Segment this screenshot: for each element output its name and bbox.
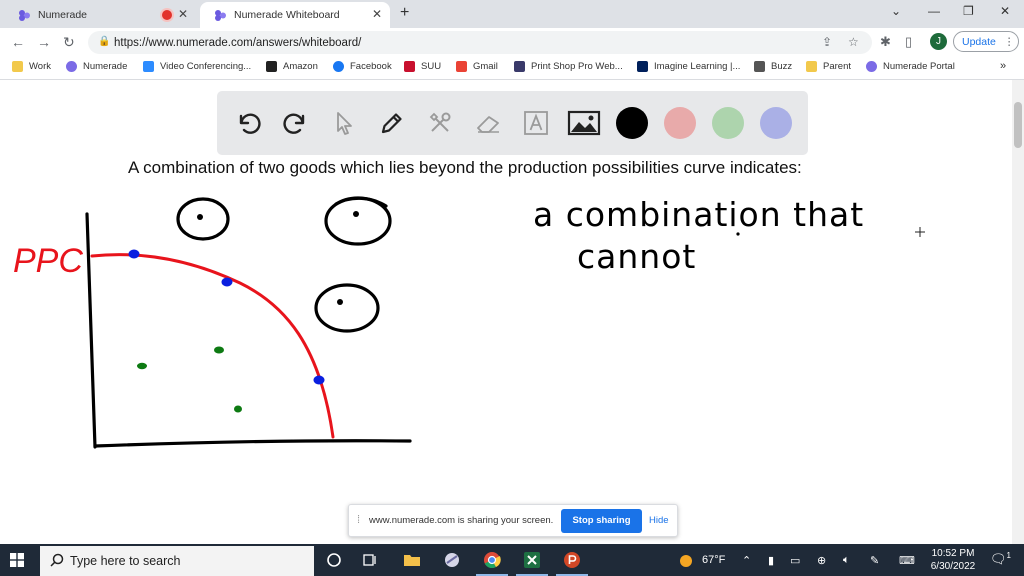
ppc-curve-stroke (90, 253, 335, 439)
usb-icon[interactable]: ▮ (768, 554, 774, 567)
notifications-icon[interactable]: 🗨︎1 (990, 551, 1011, 567)
y-axis-stroke (85, 212, 97, 449)
circle-point-1 (176, 197, 230, 241)
point-dot-3 (337, 299, 343, 305)
inside-point-1 (137, 362, 147, 370)
ink-dot (736, 232, 740, 236)
battery-icon[interactable]: ▭ (790, 554, 800, 567)
ppc-point-2 (221, 277, 233, 287)
weather-temperature[interactable]: 67°F (702, 554, 725, 566)
scrollbar[interactable] (1012, 80, 1024, 544)
point-dot-2 (353, 211, 359, 217)
crosshair-cursor-icon (915, 227, 925, 237)
taskbar: Type here to search 67°F ⌃ ▮ ▭ ⊕ 🔈︎ ✎ ⌨ … (0, 544, 1024, 576)
language-globe-icon[interactable]: ⊕ (817, 554, 826, 567)
chevron-up-icon[interactable]: ⌃ (742, 554, 751, 567)
powerpoint-icon[interactable] (556, 550, 588, 576)
point-dot-1 (197, 214, 203, 220)
cortana-icon[interactable] (324, 550, 344, 570)
ppc-label: PPC (13, 242, 83, 280)
whiteboard-drawing: PPC a combination that cannot (13, 195, 925, 449)
excel-icon[interactable] (516, 550, 548, 576)
screen-share-bar: ⁞ www.numerade.com is sharing your scree… (348, 504, 678, 537)
x-axis-stroke (93, 439, 412, 448)
snipping-tool-icon[interactable] (442, 550, 462, 570)
task-view-icon[interactable] (360, 550, 380, 570)
inside-point-2 (214, 346, 224, 354)
taskbar-search-input[interactable]: Type here to search (40, 546, 314, 576)
chrome-taskbar-icon[interactable] (476, 550, 508, 576)
answer-line-1: a combination that (533, 195, 864, 234)
answer-line-2: cannot (577, 237, 696, 276)
search-icon (50, 553, 64, 567)
windows-start-icon[interactable] (10, 553, 24, 567)
weather-icon[interactable] (679, 554, 693, 568)
system-clock[interactable]: 10:52 PM 6/30/2022 (926, 547, 980, 573)
scrollbar-thumb[interactable] (1014, 102, 1022, 148)
pen-workspace-icon[interactable]: ✎ (870, 554, 879, 567)
ppc-point-3 (313, 375, 325, 385)
circle-point-3 (314, 283, 380, 333)
file-explorer-icon[interactable] (402, 550, 422, 570)
keyboard-icon[interactable]: ⌨ (899, 554, 915, 567)
inside-point-3 (234, 405, 242, 413)
ppc-point-1 (128, 249, 140, 259)
share-message: www.numerade.com is sharing your screen. (369, 515, 554, 526)
stop-sharing-button[interactable]: Stop sharing (561, 509, 642, 533)
drag-handle-icon[interactable]: ⁞ (357, 514, 360, 526)
hide-button[interactable]: Hide (649, 515, 669, 526)
volume-icon[interactable]: 🔈︎ (843, 554, 850, 567)
